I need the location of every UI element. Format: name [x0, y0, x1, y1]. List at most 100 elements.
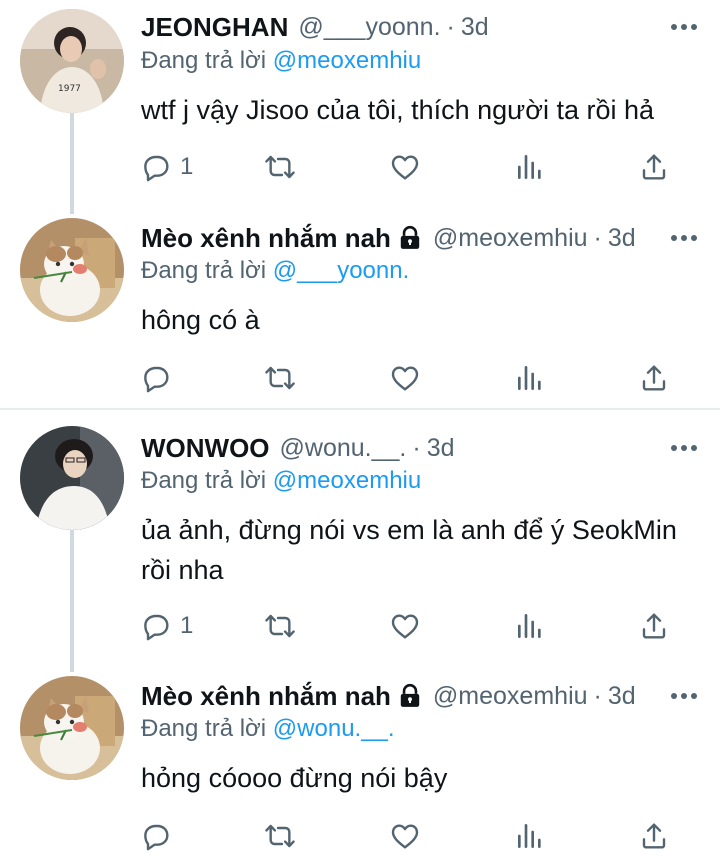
tweet-text: ủa ảnh, đừng nói vs em là anh để ý SeokM… [141, 515, 677, 585]
display-name[interactable]: JEONGHAN [141, 12, 288, 43]
tweet-text: hông có à [141, 305, 260, 335]
action-bar [140, 358, 680, 398]
reply-count: 1 [180, 612, 194, 639]
share-icon [638, 820, 670, 852]
replying-to: Đang trả lời @wonu.__. [141, 715, 395, 743]
share-button[interactable] [638, 358, 670, 398]
cat-avatar-icon [20, 676, 124, 780]
replying-to-label: Đang trả lời [141, 467, 267, 494]
reply-button[interactable]: 1 [140, 606, 193, 646]
avatar[interactable] [20, 9, 124, 113]
action-bar [140, 816, 680, 856]
retweet-button[interactable] [264, 816, 296, 856]
like-button[interactable] [389, 147, 421, 187]
reply-icon [140, 362, 172, 394]
display-name[interactable]: Mèo xênh nhắm nah [141, 681, 391, 712]
retweet-button[interactable] [264, 606, 296, 646]
retweet-button[interactable] [264, 358, 296, 398]
separator-dot: · [593, 681, 602, 710]
stats-icon [514, 151, 546, 183]
lock-icon [397, 225, 423, 251]
retweet-icon [264, 610, 296, 642]
share-button[interactable] [638, 816, 670, 856]
timestamp[interactable]: 3d [461, 13, 489, 42]
more-options-icon[interactable] [668, 682, 700, 710]
reply-button[interactable] [140, 816, 180, 856]
handle[interactable]: @___yoonn. [298, 13, 440, 42]
replying-to-mention[interactable]: @wonu.__. [273, 715, 395, 742]
replying-to-mention[interactable]: @___yoonn. [273, 257, 409, 284]
thread-line [70, 200, 74, 214]
replying-to-label: Đang trả lời [141, 257, 267, 284]
person-avatar-icon [20, 426, 124, 530]
display-name[interactable]: WONWOO [141, 433, 270, 464]
heart-icon [389, 362, 421, 394]
like-button[interactable] [389, 358, 421, 398]
tweet-jeonghan[interactable]: JEONGHAN @___yoonn. · 3d Đang trả lời @m… [0, 0, 720, 200]
tweet-text: wtf j vậy Jisoo của tôi, thích người ta … [141, 95, 655, 125]
avatar[interactable] [20, 426, 124, 530]
share-icon [638, 610, 670, 642]
avatar[interactable] [20, 676, 124, 780]
views-button[interactable] [514, 147, 546, 187]
like-button[interactable] [389, 606, 421, 646]
tweet-header: WONWOO @wonu.__. · 3d [141, 430, 700, 466]
reply-count: 1 [180, 153, 194, 180]
handle[interactable]: @meoxemhiu [433, 682, 588, 711]
thread-line [70, 112, 74, 200]
avatar[interactable] [20, 218, 124, 322]
more-options-icon[interactable] [668, 224, 700, 252]
tweet-wonwoo[interactable]: WONWOO @wonu.__. · 3d Đang trả lời @meox… [0, 410, 720, 658]
share-icon [638, 362, 670, 394]
heart-icon [389, 151, 421, 183]
retweet-icon [264, 362, 296, 394]
share-button[interactable] [638, 147, 670, 187]
tweet-header: JEONGHAN @___yoonn. · 3d [141, 9, 700, 45]
heart-icon [389, 610, 421, 642]
views-button[interactable] [514, 816, 546, 856]
reply-button[interactable] [140, 358, 180, 398]
thread-line [70, 658, 74, 672]
tweet-meoxemhiu-2[interactable]: Mèo xênh nhắm nah @meoxemhiu · 3d Đang t… [0, 658, 720, 862]
views-button[interactable] [514, 606, 546, 646]
handle[interactable]: @meoxemhiu [433, 224, 588, 253]
handle[interactable]: @wonu.__. [280, 434, 407, 463]
replying-to-label: Đang trả lời [141, 715, 267, 742]
reply-button[interactable]: 1 [140, 147, 193, 187]
retweet-icon [264, 151, 296, 183]
share-icon [638, 151, 670, 183]
reply-icon [140, 151, 172, 183]
action-bar: 1 [140, 606, 680, 646]
action-bar: 1 [140, 147, 680, 187]
lock-icon [397, 683, 423, 709]
stats-icon [514, 362, 546, 394]
replying-to-label: Đang trả lời [141, 47, 267, 74]
retweet-icon [264, 820, 296, 852]
timestamp[interactable]: 3d [427, 434, 455, 463]
stats-icon [514, 820, 546, 852]
separator-dot: · [593, 223, 602, 252]
more-options-icon[interactable] [668, 13, 700, 41]
tweet-header: Mèo xênh nhắm nah @meoxemhiu · 3d [141, 678, 700, 714]
reply-icon [140, 610, 172, 642]
timestamp[interactable]: 3d [608, 224, 636, 253]
replying-to-mention[interactable]: @meoxemhiu [273, 467, 421, 494]
display-name[interactable]: Mèo xênh nhắm nah [141, 223, 391, 254]
replying-to-mention[interactable]: @meoxemhiu [273, 47, 421, 74]
timestamp[interactable]: 3d [608, 682, 636, 711]
replying-to: Đang trả lời @meoxemhiu [141, 47, 421, 75]
more-options-icon[interactable] [668, 434, 700, 462]
replying-to: Đang trả lời @meoxemhiu [141, 467, 421, 495]
thread-line [70, 530, 74, 658]
retweet-button[interactable] [264, 147, 296, 187]
replying-to: Đang trả lời @___yoonn. [141, 257, 409, 285]
views-button[interactable] [514, 358, 546, 398]
person-avatar-icon [20, 9, 124, 113]
stats-icon [514, 610, 546, 642]
like-button[interactable] [389, 816, 421, 856]
separator-dot: · [446, 12, 455, 41]
separator-dot: · [412, 433, 421, 462]
share-button[interactable] [638, 606, 670, 646]
cat-avatar-icon [20, 218, 124, 322]
tweet-meoxemhiu[interactable]: Mèo xênh nhắm nah @meoxemhiu · 3d Đang t… [0, 200, 720, 410]
